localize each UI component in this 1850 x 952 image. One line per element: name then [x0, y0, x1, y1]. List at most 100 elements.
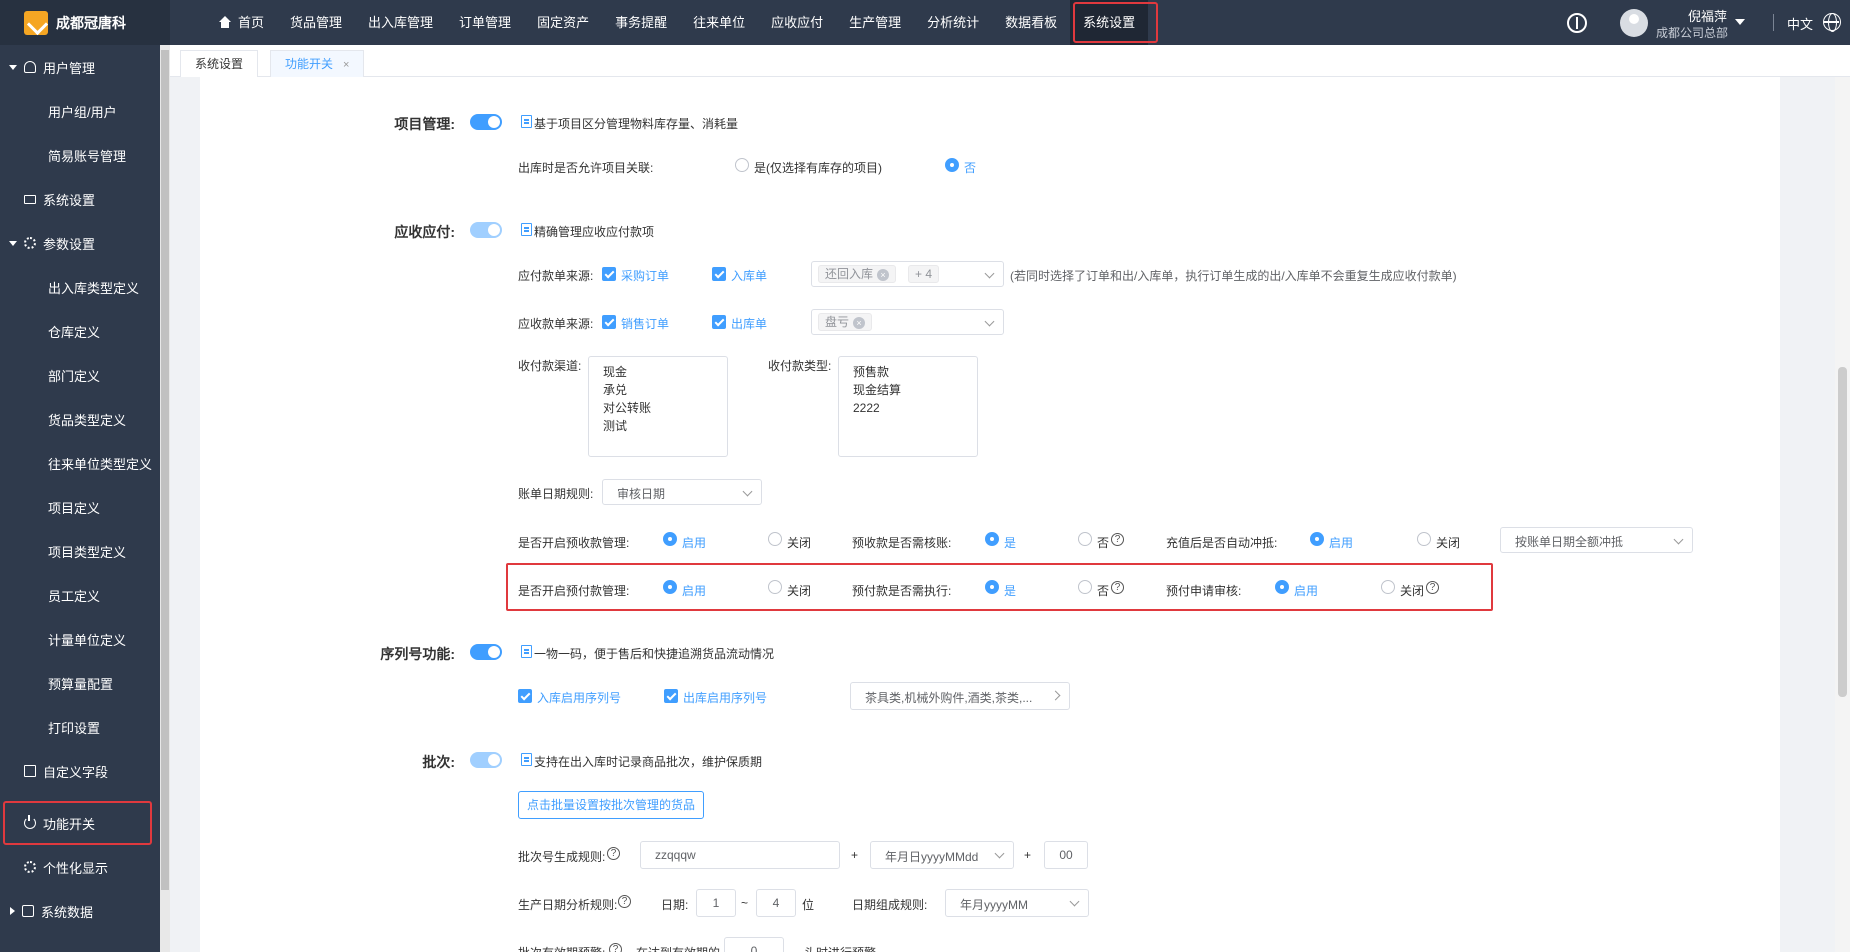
channel-list[interactable]: 现金 承兑 对公转账 测试: [588, 356, 728, 457]
nav-inout[interactable]: 出入库管理: [355, 0, 446, 45]
project-allow-yes-radio[interactable]: [735, 158, 749, 172]
list-item[interactable]: 预售款: [853, 363, 963, 381]
help-icon[interactable]: ?: [1111, 581, 1124, 594]
sidebar-item-param-settings[interactable]: 参数设置: [0, 221, 160, 265]
prerecv-verify-no-radio[interactable]: [1078, 532, 1092, 546]
prepay-audit-enable-radio[interactable]: [1275, 580, 1289, 594]
list-item[interactable]: 现金: [603, 363, 713, 381]
nav-partners[interactable]: 往来单位: [680, 0, 758, 45]
type-list[interactable]: 预售款 现金结算 2222: [838, 356, 978, 457]
arap-toggle[interactable]: [470, 222, 502, 238]
sidebar-item-dept[interactable]: 部门定义: [0, 353, 160, 397]
sidebar-item-user-mgmt[interactable]: 用户管理: [0, 45, 160, 89]
recharge-close-radio[interactable]: [1417, 532, 1431, 546]
prepay-exec-no-radio[interactable]: [1078, 580, 1092, 594]
help-icon[interactable]: ?: [1426, 581, 1439, 594]
list-item[interactable]: 测试: [603, 417, 713, 435]
purchase-order-checkbox[interactable]: [602, 267, 616, 281]
help-icon[interactable]: ?: [609, 943, 622, 952]
prepay-audit-close-radio[interactable]: [1381, 580, 1395, 594]
type-label: 收付款类型:: [768, 359, 832, 373]
scrollbar-thumb[interactable]: [161, 50, 169, 890]
chevron-down-icon[interactable]: [1735, 19, 1745, 25]
sidebar-item-partner-type[interactable]: 往来单位类型定义: [0, 441, 160, 485]
avatar[interactable]: [1620, 9, 1648, 37]
bill-date-select[interactable]: 审核日期: [602, 479, 762, 505]
prerecv-enable-radio[interactable]: [663, 532, 677, 546]
help-icon[interactable]: ?: [618, 895, 631, 908]
sidebar-item-io-type[interactable]: 出入库类型定义: [0, 265, 160, 309]
guide-icon[interactable]: [1567, 13, 1587, 33]
globe-icon[interactable]: [1823, 13, 1841, 32]
tab-system-settings[interactable]: 系统设置: [180, 50, 259, 77]
sidebar-item-custom-fields[interactable]: 自定义字段: [0, 749, 160, 793]
close-icon[interactable]: ×: [343, 59, 349, 71]
close-icon[interactable]: ×: [853, 317, 866, 329]
expiry-input[interactable]: 0: [724, 937, 784, 952]
nav-arap[interactable]: 应收应付: [758, 0, 836, 45]
language-switch[interactable]: 中文: [1787, 14, 1813, 33]
nav-home[interactable]: 首页: [205, 0, 277, 45]
sidebar-item-budget[interactable]: 预算量配置: [0, 661, 160, 705]
out-serial-checkbox[interactable]: [664, 689, 678, 703]
sidebar-item-personal-display[interactable]: 个性化显示: [0, 845, 160, 889]
list-item[interactable]: 对公转账: [603, 399, 713, 417]
sidebar-scrollbar[interactable]: [160, 45, 170, 952]
prepay-enable-radio[interactable]: [663, 580, 677, 594]
nav-analytics[interactable]: 分析统计: [914, 0, 992, 45]
prepay-exec-yes-radio[interactable]: [985, 580, 999, 594]
prerecv-verify-yes-radio[interactable]: [985, 532, 999, 546]
sidebar-item-project-type[interactable]: 项目类型定义: [0, 529, 160, 573]
outbound-checkbox[interactable]: [712, 315, 726, 329]
sales-order-checkbox[interactable]: [602, 315, 616, 329]
sidebar-item-print[interactable]: 打印设置: [0, 705, 160, 749]
date-compose-select[interactable]: 年月yyyyMM: [945, 889, 1089, 917]
sidebar-item-project[interactable]: 项目定义: [0, 485, 160, 529]
project-allow-no-radio[interactable]: [945, 158, 959, 172]
app-logo[interactable]: 成都冠唐科: [0, 0, 170, 45]
nav-dashboard[interactable]: 数据看板: [992, 0, 1070, 45]
batch-toggle[interactable]: [470, 752, 502, 768]
in-serial-checkbox[interactable]: [518, 689, 532, 703]
date-from-input[interactable]: 1: [696, 889, 736, 917]
recharge-select[interactable]: 按账单日期全额冲抵: [1500, 527, 1693, 553]
batch-date-format-select[interactable]: 年月日yyyyMMdd: [870, 841, 1014, 869]
list-item[interactable]: 承兑: [603, 381, 713, 399]
recharge-enable-radio[interactable]: [1310, 532, 1324, 546]
help-icon[interactable]: ?: [607, 847, 620, 860]
sidebar-item-system-settings[interactable]: 系统设置: [0, 177, 160, 221]
sidebar-item-user-groups[interactable]: 用户组/用户: [0, 89, 160, 133]
date-to-input[interactable]: 4: [756, 889, 796, 917]
nav-production[interactable]: 生产管理: [836, 0, 914, 45]
sidebar-item-goods-type[interactable]: 货品类型定义: [0, 397, 160, 441]
serial-category-select[interactable]: 茶具类,机械外购件,酒类,茶类,...: [850, 682, 1070, 710]
batch-prefix-input[interactable]: zzqqqw: [640, 841, 840, 869]
page-scrollbar[interactable]: [1835, 77, 1850, 952]
list-item[interactable]: 现金结算: [853, 381, 963, 399]
tab-feature-switch[interactable]: 功能开关 ×: [270, 50, 365, 77]
bulk-batch-button[interactable]: 点击批量设置按批次管理的货品: [518, 791, 705, 819]
sidebar-item-warehouse[interactable]: 仓库定义: [0, 309, 160, 353]
nav-orders[interactable]: 订单管理: [446, 0, 524, 45]
sidebar-item-system-data[interactable]: 系统数据: [0, 889, 160, 933]
sidebar-item-simple-accounts[interactable]: 简易账号管理: [0, 133, 160, 177]
list-item[interactable]: 2222: [853, 399, 963, 417]
nav-fixed-assets[interactable]: 固定资产: [524, 0, 602, 45]
help-icon[interactable]: ?: [1111, 533, 1124, 546]
batch-suffix-input[interactable]: 00: [1044, 841, 1088, 869]
sidebar-item-employee[interactable]: 员工定义: [0, 573, 160, 617]
channel-label: 收付款渠道:: [518, 359, 582, 373]
inbound-checkbox[interactable]: [712, 267, 726, 281]
project-toggle[interactable]: [470, 114, 502, 130]
sidebar-item-unit[interactable]: 计量单位定义: [0, 617, 160, 661]
scrollbar-thumb[interactable]: [1838, 367, 1847, 697]
close-icon[interactable]: ×: [877, 269, 890, 281]
prerecv-close-radio[interactable]: [768, 532, 782, 546]
batch-rule-label: 批次号生成规则:: [518, 850, 606, 864]
nav-goods[interactable]: 货品管理: [277, 0, 355, 45]
payable-source-select[interactable]: 还回入库 × + 4: [811, 261, 1004, 287]
nav-reminders[interactable]: 事务提醒: [602, 0, 680, 45]
serial-toggle[interactable]: [470, 644, 502, 660]
receivable-source-select[interactable]: 盘亏 ×: [811, 309, 1004, 335]
prepay-close-radio[interactable]: [768, 580, 782, 594]
